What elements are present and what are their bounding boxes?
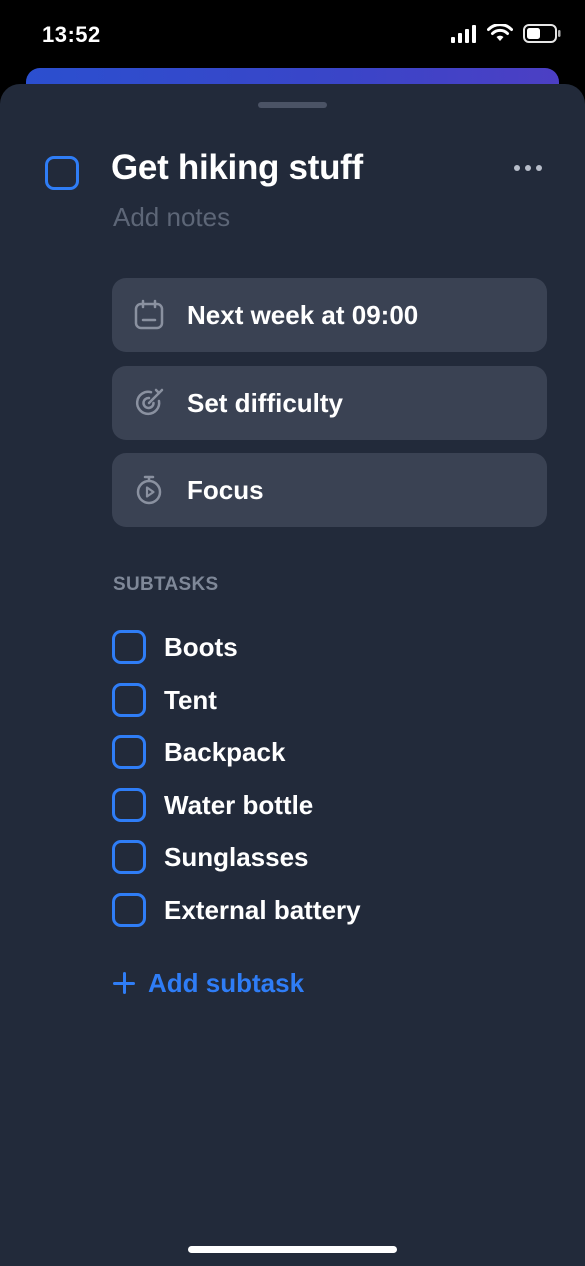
more-horizontal-icon xyxy=(514,165,520,171)
subtask-checkbox[interactable] xyxy=(112,735,146,769)
status-icons xyxy=(451,24,561,43)
subtask-label: Backpack xyxy=(164,736,286,767)
cellular-signal-icon xyxy=(451,24,476,43)
subtask-item[interactable]: Sunglasses xyxy=(112,837,309,877)
subtask-checkbox[interactable] xyxy=(112,683,146,717)
subtask-item[interactable]: Backpack xyxy=(112,732,285,772)
wifi-icon xyxy=(487,24,513,41)
set-difficulty-button[interactable]: Set difficulty xyxy=(112,366,547,440)
stopwatch-icon xyxy=(132,473,166,507)
sheet-grabber[interactable] xyxy=(258,102,327,108)
subtask-checkbox[interactable] xyxy=(112,788,146,822)
subtask-item[interactable]: Tent xyxy=(112,680,217,720)
due-date-button[interactable]: Next week at 09:00 xyxy=(112,278,547,352)
battery-icon xyxy=(523,24,561,43)
focus-label: Focus xyxy=(187,474,264,505)
subtask-item[interactable]: Boots xyxy=(112,627,238,667)
notes-field[interactable]: Add notes xyxy=(113,202,230,233)
subtask-label: External battery xyxy=(164,894,361,925)
calendar-icon xyxy=(132,298,166,332)
subtask-checkbox[interactable] xyxy=(112,840,146,874)
add-subtask-label: Add subtask xyxy=(148,968,305,998)
target-icon xyxy=(132,386,166,420)
subtasks-header: SUBTASKS xyxy=(113,574,219,595)
add-subtask-button[interactable]: Add subtask xyxy=(113,968,304,999)
task-detail-sheet: Get hiking stuff Add notes Next week at … xyxy=(0,84,585,1266)
status-time: 13:52 xyxy=(42,22,101,47)
more-horizontal-icon xyxy=(525,165,531,171)
subtask-checkbox[interactable] xyxy=(112,893,146,927)
subtask-item[interactable]: External battery xyxy=(112,890,361,930)
set-difficulty-label: Set difficulty xyxy=(187,387,344,418)
more-horizontal-icon xyxy=(536,165,542,171)
plus-icon xyxy=(113,971,137,996)
subtask-label: Sunglasses xyxy=(164,841,309,872)
subtask-checkbox[interactable] xyxy=(112,630,146,664)
subtask-item[interactable]: Water bottle xyxy=(112,785,313,825)
task-complete-checkbox[interactable] xyxy=(45,156,79,190)
due-date-label: Next week at 09:00 xyxy=(187,299,419,330)
home-indicator[interactable] xyxy=(188,1246,397,1253)
task-title[interactable]: Get hiking stuff xyxy=(111,148,363,188)
more-options-button[interactable] xyxy=(508,158,548,178)
subtask-label: Water bottle xyxy=(164,789,314,820)
status-bar: 13:52 xyxy=(0,0,585,70)
subtask-label: Boots xyxy=(164,631,238,662)
focus-button[interactable]: Focus xyxy=(112,453,547,527)
subtask-label: Tent xyxy=(164,684,217,715)
